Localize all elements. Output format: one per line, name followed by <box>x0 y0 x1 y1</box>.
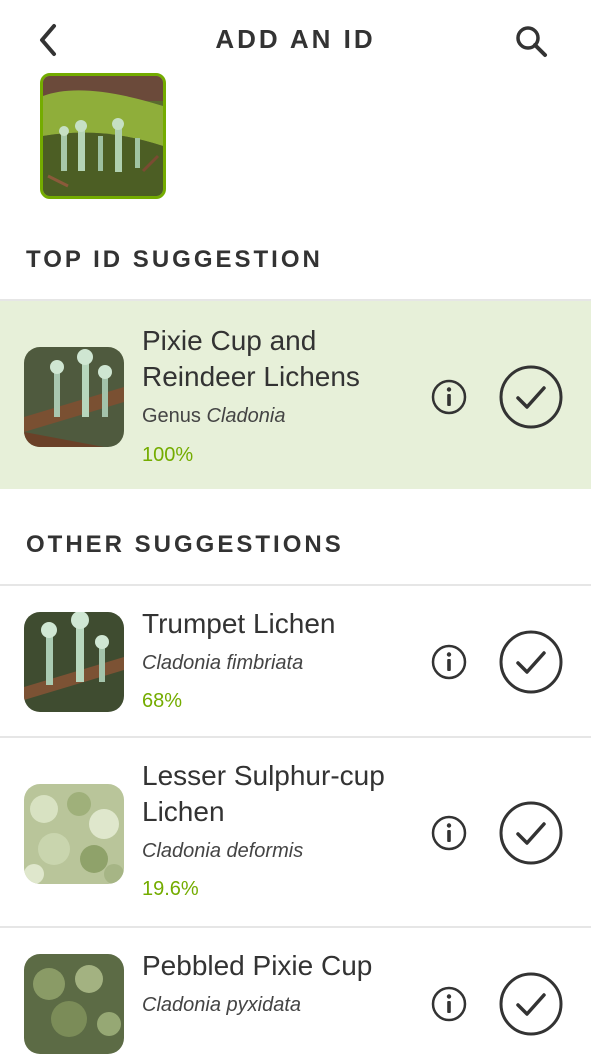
observation-photo[interactable] <box>40 73 166 199</box>
info-icon <box>431 815 467 851</box>
search-button[interactable] <box>512 22 552 62</box>
observation-photo-image <box>43 76 163 196</box>
taxon-photo <box>24 954 124 1054</box>
taxon-common-name: Lesser Sulphur-cup Lichen <box>142 760 385 827</box>
taxon-common-name: Trumpet Lichen <box>142 608 336 639</box>
top-suggestion-heading: TOP ID SUGGESTION <box>26 246 323 273</box>
taxon-scientific-name: Cladonia pyxidata <box>142 994 301 1017</box>
taxon-photo-image <box>24 612 124 712</box>
select-button[interactable] <box>498 364 564 430</box>
info-button[interactable] <box>430 985 468 1023</box>
taxon-common-name: Pebbled Pixie Cup <box>142 950 373 981</box>
check-circle-icon <box>499 630 563 694</box>
check-circle-icon <box>499 365 563 429</box>
taxon-photo <box>24 784 124 884</box>
taxon-photo <box>24 612 124 712</box>
select-button[interactable] <box>498 629 564 695</box>
search-icon <box>516 26 547 57</box>
info-button[interactable] <box>430 378 468 416</box>
taxon-score: 19.6% <box>142 878 199 900</box>
top-suggestion-row[interactable]: Pixie Cup and Reindeer Lichens Genus Cla… <box>0 299 591 489</box>
other-suggestions-heading: OTHER SUGGESTIONS <box>26 531 344 558</box>
header: ADD AN ID <box>0 0 591 80</box>
page-title: ADD AN ID <box>215 24 376 54</box>
select-button[interactable] <box>498 800 564 866</box>
taxon-scientific: Cladonia fimbriata <box>142 652 304 674</box>
taxon-photo-image <box>24 784 124 884</box>
info-button[interactable] <box>430 643 468 681</box>
check-circle-icon <box>499 972 563 1036</box>
taxon-scientific: Cladonia deformis <box>142 840 304 862</box>
taxon-rank: Genus <box>142 405 201 427</box>
suggestion-row[interactable]: Lesser Sulphur-cup Lichen Cladonia defor… <box>0 736 591 926</box>
taxon-photo-image <box>24 347 124 447</box>
info-icon <box>431 986 467 1022</box>
taxon-scientific-name: Genus Cladonia <box>142 405 285 428</box>
taxon-score: 68% <box>142 690 183 712</box>
suggestion-row[interactable]: Trumpet Lichen Cladonia fimbriata 68% <box>0 584 591 736</box>
taxon-scientific: Cladonia pyxidata <box>142 994 301 1016</box>
taxon-scientific: Cladonia <box>206 405 286 427</box>
taxon-common-name: Pixie Cup and Reindeer Lichens <box>142 325 360 392</box>
taxon-score: 100% <box>142 444 194 466</box>
select-button[interactable] <box>498 971 564 1037</box>
info-icon <box>431 379 467 415</box>
taxon-photo <box>24 347 124 447</box>
info-button[interactable] <box>430 814 468 852</box>
taxon-photo-image <box>24 954 124 1054</box>
check-circle-icon <box>499 801 563 865</box>
taxon-scientific-name: Cladonia deformis <box>142 840 303 863</box>
suggestion-row[interactable]: Pebbled Pixie Cup Cladonia pyxidata <box>0 926 591 1054</box>
info-icon <box>431 644 467 680</box>
taxon-scientific-name: Cladonia fimbriata <box>142 652 303 675</box>
